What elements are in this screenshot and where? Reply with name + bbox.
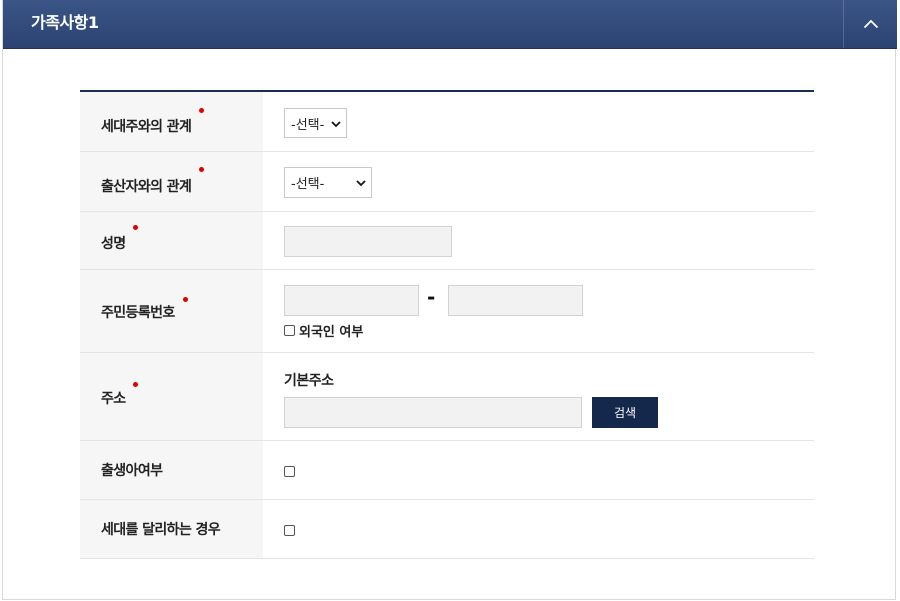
- address-input[interactable]: [284, 397, 582, 428]
- required-dot: [183, 297, 188, 302]
- relation-birth-select[interactable]: -선택-: [284, 167, 372, 198]
- required-dot: [133, 225, 138, 230]
- name-label: 성명: [101, 235, 126, 252]
- row-relation-birth: 출산자와의 관계 -선택-: [80, 152, 814, 212]
- address-label: 주소: [101, 390, 126, 407]
- newborn-label: 출생아여부: [101, 463, 163, 479]
- foreigner-label: 외국인 여부: [299, 325, 364, 340]
- basic-address-label: 기본주소: [284, 373, 334, 389]
- chevron-down-icon: [356, 180, 366, 187]
- foreigner-checkbox-wrap[interactable]: 외국인 여부: [284, 321, 363, 340]
- resident-number-label: 주민등록번호: [101, 305, 175, 321]
- newborn-checkbox[interactable]: [284, 466, 295, 477]
- row-separate-household: 세대를 달리하는 경우: [80, 500, 814, 559]
- separate-household-checkbox[interactable]: [284, 525, 295, 536]
- panel-header: 가족사항1: [3, 0, 897, 49]
- family-form-table: 세대주와의 관계 -선택- 출산자와의 관계 -선택- 성명 주민등록번호 - …: [80, 90, 814, 559]
- row-newborn: 출생아여부: [80, 441, 814, 500]
- required-dot: [133, 382, 138, 387]
- row-resident-number: 주민등록번호 - 외국인 여부: [80, 270, 814, 353]
- row-name: 성명: [80, 212, 814, 270]
- name-input[interactable]: [284, 226, 452, 257]
- resident-number-first-input[interactable]: [284, 285, 419, 316]
- collapse-button[interactable]: [843, 0, 897, 48]
- address-search-button[interactable]: 검색: [592, 397, 658, 428]
- label-cell: 세대주와의 관계: [80, 92, 263, 151]
- required-dot: [199, 167, 204, 172]
- relation-head-select[interactable]: -선택-: [284, 108, 347, 138]
- foreigner-checkbox[interactable]: [284, 325, 295, 336]
- relation-head-label: 세대주와의 관계: [101, 118, 192, 135]
- relation-birth-label: 출산자와의 관계: [101, 178, 192, 195]
- panel-title: 가족사항1: [31, 13, 99, 32]
- resident-number-separator: -: [427, 285, 436, 309]
- chevron-down-icon: [331, 121, 341, 128]
- row-address: 주소 기본주소 검색: [80, 353, 814, 441]
- resident-number-second-input[interactable]: [448, 285, 583, 316]
- required-dot: [199, 108, 204, 113]
- separate-household-label: 세대를 달리하는 경우: [101, 522, 221, 538]
- chevron-up-icon: [863, 19, 878, 29]
- row-relation-head: 세대주와의 관계 -선택-: [80, 92, 814, 152]
